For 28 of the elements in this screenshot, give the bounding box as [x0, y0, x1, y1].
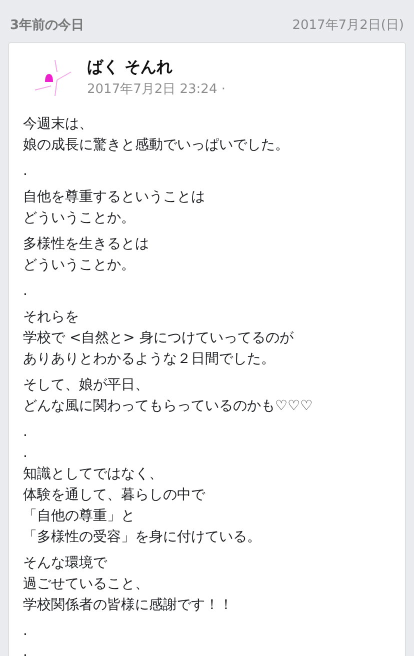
post-text-line: 「自他の尊重」と	[23, 507, 135, 526]
post-text-line: .	[23, 282, 28, 301]
memory-date: 2017年7月2日(日)	[292, 17, 404, 34]
post-text-line: 自他を尊重するということは	[23, 188, 205, 207]
section-title: 3年前の今日	[10, 17, 84, 34]
author-name[interactable]: ばく そんれ	[87, 57, 226, 78]
post-text-line: .	[23, 643, 28, 656]
post-text-line: .	[23, 622, 28, 641]
post-text-line: 過ごせていること、	[23, 575, 149, 594]
post-text-line: どういうことか。	[23, 256, 135, 275]
post-text-line: 娘の成長に驚きと感動でいっぱいでした。	[23, 136, 289, 155]
post-text-line: 今週末は、	[23, 115, 93, 134]
post-text-line: .	[23, 444, 28, 463]
post-text-line: 知識としてではなく、	[23, 465, 163, 484]
post-text-line: どんな風に関わってもらっているのかも♡♡♡	[23, 397, 313, 416]
post-text-line: そして、娘が平日、	[23, 376, 149, 395]
post-text-line: どういうことか。	[23, 209, 135, 228]
avatar-drawing[interactable]	[33, 58, 73, 98]
post-text-line: それらを	[23, 308, 79, 327]
post-text-line: そんな環境で	[23, 554, 107, 573]
post-text-line: ありありとわかるような２日間でした。	[23, 350, 275, 369]
post-text-line: .	[23, 162, 28, 181]
post-text-line: 学校関係者の皆様に感謝です！！	[23, 596, 233, 615]
post-text-line: 学校で <自然と> 身につけていってるのが	[23, 329, 294, 348]
post-text-line: 体験を通して、暮らしの中で	[23, 486, 205, 505]
post-text-line: 多様性を生きるとは	[23, 235, 149, 254]
post-text-line: 「多様性の受容」を身に付けている。	[23, 528, 261, 547]
post-text-line: .	[23, 423, 28, 442]
